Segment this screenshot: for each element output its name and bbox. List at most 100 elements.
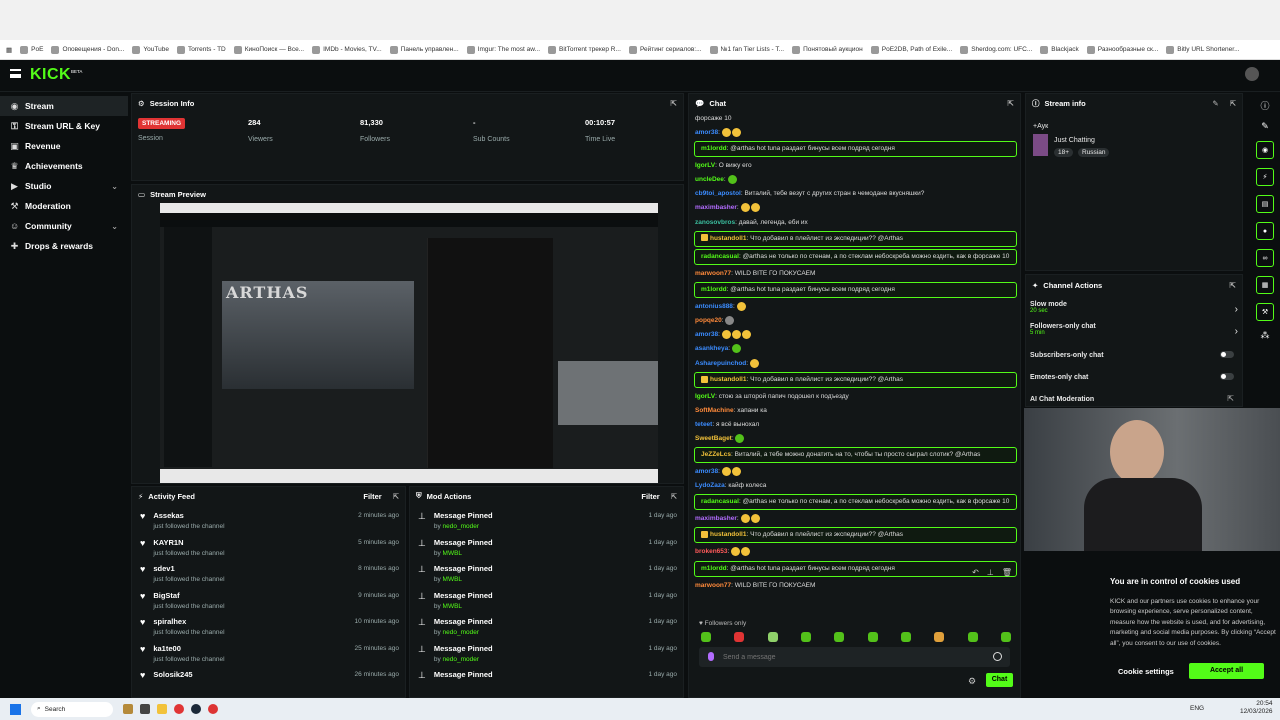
- emote-icon[interactable]: [767, 632, 778, 642]
- apps-grid-icon[interactable]: ▦: [6, 46, 12, 54]
- folder-icon[interactable]: [157, 704, 167, 714]
- chat-username[interactable]: SweetBaget: [695, 435, 732, 442]
- chat-username[interactable]: amor38: [695, 331, 718, 338]
- emote-icon[interactable]: [900, 632, 911, 642]
- edit-icon[interactable]: ✎: [1212, 99, 1218, 108]
- settings-gear-icon[interactable]: ⚙: [968, 676, 976, 687]
- expand-icon[interactable]: ⇱: [393, 492, 399, 501]
- chat-message[interactable]: radancasual: @arthas не только по стенам…: [694, 248, 1017, 265]
- taskbar-search[interactable]: ⌕ Search: [31, 701, 113, 717]
- chat-username[interactable]: uncleDee: [695, 176, 724, 183]
- app-icon[interactable]: [123, 704, 133, 714]
- bookmark-item[interactable]: Blackjack: [1040, 45, 1079, 54]
- chat-message[interactable]: SweetBaget:: [689, 432, 1020, 446]
- bookmark-item[interactable]: Bitly URL Shortener...: [1166, 45, 1240, 54]
- reply-icon[interactable]: ↶: [972, 568, 979, 577]
- bookmark-item[interactable]: Понятовый аукцион: [792, 45, 863, 54]
- chat-message[interactable]: m1lordd: @arthas hot tuna раздает бинусы…: [694, 141, 1017, 158]
- expand-icon[interactable]: ⇱: [1230, 99, 1236, 108]
- emote-icon[interactable]: [867, 632, 878, 642]
- sidebar-item-revenue[interactable]: ▣ Revenue: [0, 136, 128, 156]
- chat-username[interactable]: popqe20: [695, 317, 722, 324]
- expand-icon[interactable]: ⇱: [670, 99, 677, 108]
- chat-username[interactable]: LydoZaza: [695, 482, 725, 489]
- chat-message[interactable]: LydoZaza: кайф колеса: [689, 479, 1020, 493]
- chat-username[interactable]: m1lordd: [701, 145, 727, 152]
- followers-only-row[interactable]: Followers-only chat 5 min ›: [1030, 323, 1238, 337]
- chat-message[interactable]: asankheyа:: [689, 342, 1020, 356]
- chat-message[interactable]: SoftMachine: хапани ка: [689, 404, 1020, 418]
- moderator-name[interactable]: MWBL: [443, 576, 463, 583]
- chat-username[interactable]: maximbasher: [695, 205, 737, 212]
- filter-button[interactable]: Filter: [641, 492, 659, 501]
- bookmark-item[interactable]: Разнообразные ск...: [1086, 45, 1158, 54]
- pin-icon[interactable]: ⊥: [987, 568, 994, 577]
- steam-icon[interactable]: [191, 704, 201, 714]
- chat-message[interactable]: форсаже 10: [689, 112, 1020, 126]
- language-indicator[interactable]: ENG: [1190, 705, 1204, 712]
- sidebar-item-studio[interactable]: ▶ Studio ⌄: [0, 176, 128, 196]
- lightning-icon[interactable]: ⚡: [1256, 168, 1274, 186]
- wrench-icon[interactable]: ⚒: [1256, 303, 1274, 321]
- expand-icon[interactable]: ⇱: [1007, 99, 1014, 108]
- camera-icon[interactable]: ◉: [1256, 141, 1274, 159]
- share-icon[interactable]: ⁂: [1250, 330, 1280, 341]
- chat-message[interactable]: maximbasher:: [689, 512, 1020, 526]
- chat-username[interactable]: asankheyа: [695, 346, 728, 353]
- moderator-name[interactable]: MWBL: [443, 550, 463, 557]
- bookmark-item[interactable]: Панель управлен...: [389, 45, 459, 54]
- bookmark-item[interactable]: №1 fan Tier Lists - T...: [709, 45, 784, 54]
- app-icon[interactable]: [140, 704, 150, 714]
- windows-start-icon[interactable]: [10, 703, 21, 715]
- chat-message[interactable]: JeZZeLcs: Виталий, а тебе можно донатить…: [694, 446, 1017, 463]
- chat-message[interactable]: hustandoll1: Что добавил в плейлист из э…: [694, 371, 1017, 388]
- bookmark-item[interactable]: Рейтинг сериалов:...: [628, 45, 702, 54]
- bookmark-item[interactable]: Sherdog.com: UFC...: [960, 45, 1032, 54]
- chat-username[interactable]: radancasual: [701, 253, 739, 260]
- chat-message[interactable]: m1lordd: @arthas hot tuna раздает бинусы…: [694, 560, 1017, 577]
- avatar[interactable]: [1245, 67, 1259, 81]
- sidebar-item-stream[interactable]: ◉ Stream: [0, 96, 128, 116]
- emote-icon[interactable]: [1000, 632, 1011, 642]
- chat-message[interactable]: marwoon77: WILD BITE ГО ПОКУСАЕМ: [689, 267, 1020, 281]
- sidebar-item-community[interactable]: ☺ Community ⌄: [0, 216, 128, 236]
- sidebar-item-stream-url-key[interactable]: ⚿ Stream URL & Key: [0, 116, 128, 136]
- chat-username[interactable]: m1lordd: [701, 286, 727, 293]
- chat-username[interactable]: hustandoll1: [710, 376, 746, 383]
- chat-message[interactable]: radancasual: @arthas не только по стенам…: [694, 494, 1017, 511]
- bookmark-item[interactable]: PoE2DB, Path of Exile...: [870, 45, 952, 54]
- chat-message[interactable]: amor38:: [689, 465, 1020, 479]
- sidebar-item-drops-rewards[interactable]: ✚ Drops & rewards: [0, 236, 128, 256]
- chat-message[interactable]: zanosovbros: давай, легенда, еби их: [689, 216, 1020, 230]
- chat-username[interactable]: radancasual: [701, 498, 739, 505]
- chat-username[interactable]: IgorLV: [695, 162, 715, 169]
- chevron-down-icon[interactable]: ⌄: [111, 182, 118, 191]
- chat-message[interactable]: uncleDee:: [689, 173, 1020, 187]
- bookmark-item[interactable]: IMDb - Movies, TV...: [312, 45, 382, 54]
- emote-icon[interactable]: [734, 632, 745, 642]
- chat-username[interactable]: m1lordd: [701, 565, 727, 572]
- chat-message[interactable]: Asharepuinchod:: [689, 357, 1020, 371]
- chat-username[interactable]: antonius888: [695, 303, 733, 310]
- chat-username[interactable]: SoftMachine: [695, 407, 734, 414]
- chat-username[interactable]: zanosovbros: [695, 219, 735, 226]
- sidebar-item-achievements[interactable]: ♛ Achievements: [0, 156, 128, 176]
- chat-username[interactable]: marwoon77: [695, 270, 731, 277]
- chat-message[interactable]: IgorLV: стою за шторой папич подошел к п…: [689, 390, 1020, 404]
- document-icon[interactable]: ▤: [1256, 195, 1274, 213]
- emote-icon[interactable]: [701, 632, 711, 642]
- clock[interactable]: 20:54 12/03/2026: [1240, 700, 1273, 716]
- emote-icon[interactable]: [934, 632, 945, 642]
- app-icon[interactable]: [208, 704, 218, 714]
- bookmark-item[interactable]: Оповещения - Don...: [51, 45, 124, 54]
- chat-message[interactable]: IgorLV: О вижу его: [689, 159, 1020, 173]
- chat-username[interactable]: Asharepuinchod: [695, 360, 746, 367]
- chat-username[interactable]: hustandoll1: [710, 235, 746, 242]
- chat-message[interactable]: maximbasher:: [689, 201, 1020, 215]
- chat-bubble-icon[interactable]: ●: [1256, 222, 1274, 240]
- subs-only-toggle[interactable]: [1220, 351, 1234, 358]
- bookmark-item[interactable]: BitTorrent трекер R...: [548, 45, 621, 54]
- stream-video[interactable]: ARTHAS: [160, 203, 658, 483]
- moderator-name[interactable]: nedo_moder: [443, 523, 480, 530]
- ai-moderation-row[interactable]: AI Chat Moderation ⇱: [1030, 394, 1238, 403]
